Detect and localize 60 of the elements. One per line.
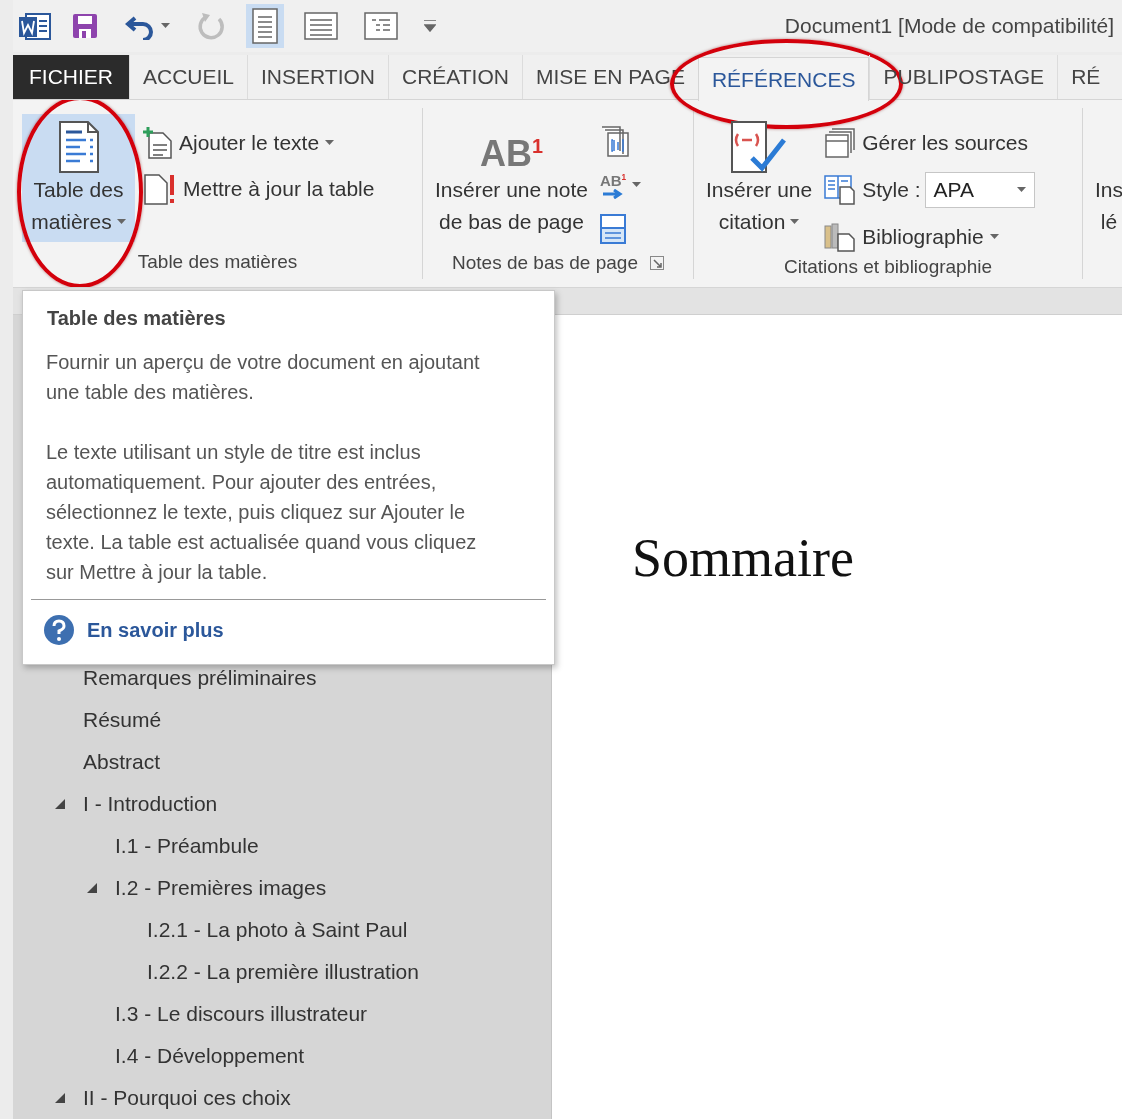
learn-more-link[interactable]: En savoir plus	[43, 614, 224, 646]
nav-heading-item[interactable]: II - Pourquoi ces choix	[13, 1077, 551, 1119]
nav-heading-item[interactable]: I.2 - Premières images	[13, 867, 551, 909]
add-text-button[interactable]: Ajouter le texte	[143, 126, 375, 160]
citation-check-icon	[730, 120, 789, 174]
superscript-icon: AB$^{1}$	[599, 171, 627, 189]
nav-heading-item[interactable]: I.3 - Le discours illustrateur	[13, 993, 551, 1035]
table-of-contents-button[interactable]: Table des matières	[22, 114, 135, 242]
next-note-button[interactable]: AB$^{1}$	[599, 168, 642, 202]
insert-footnote-button[interactable]: AB$^{1}$ Insérer une note de bas de page	[431, 114, 592, 246]
ribbon-tab[interactable]: FICHIER	[13, 55, 129, 99]
books-page-icon	[824, 222, 857, 252]
caret-icon	[1016, 187, 1026, 193]
tooltip-title: Table des matières	[47, 306, 227, 331]
ribbon-tab[interactable]: RÉFÉRENCES	[697, 57, 870, 101]
tooltip-text: Fournir un aperçu de votre document en ajoutant une table des matières.	[46, 350, 481, 405]
nav-heading-item[interactable]: I - Introduction	[13, 783, 551, 825]
nav-heading-item[interactable]: I.1 - Préambule	[13, 825, 551, 867]
word-logo-icon	[19, 11, 51, 41]
book-pages-icon	[824, 175, 857, 205]
notes-panel-icon	[599, 214, 626, 244]
window-title: Document1 [Mode de compatibilité]	[784, 14, 1114, 38]
page-plus-icon	[143, 127, 173, 159]
ribbon-tab[interactable]: ACCUEIL	[129, 55, 248, 99]
update-button[interactable]: Mettre à jour la table	[143, 172, 375, 206]
stacked-documents-icon	[824, 128, 857, 158]
nav-heading-item[interactable]: I.2.1 - La photo à Saint Paul	[13, 909, 551, 951]
view-button[interactable]	[246, 4, 284, 48]
page-view-icon	[252, 8, 278, 44]
ribbon-button[interactable]: Ins lé	[1091, 114, 1122, 279]
save-icon	[71, 12, 99, 40]
group-label: Table des matières	[137, 251, 298, 273]
nav-heading-item[interactable]: Abstract	[13, 741, 551, 783]
ribbon-tab[interactable]: RÉ	[1057, 55, 1114, 99]
style-label: Style :	[824, 173, 921, 207]
launcher-icon	[649, 255, 664, 270]
footnote-icon: AB$^{1}$	[479, 120, 543, 174]
group-label: Citations et bibliographie	[783, 255, 993, 278]
ribbon-tab[interactable]: INSERTION	[247, 55, 388, 99]
page-exclamation-icon	[143, 173, 177, 205]
nav-heading-item[interactable]: I.4 - Développement	[13, 1035, 551, 1077]
document-heading: Sommaire	[632, 527, 854, 589]
ribbon-tab[interactable]: CRÉATION	[388, 55, 522, 99]
outline-view-icon	[364, 12, 398, 40]
group-label: Notes de bas de page	[452, 251, 638, 274]
sources-button[interactable]: Gérer les sources	[824, 126, 1035, 160]
dialog-launcher-button[interactable]	[649, 255, 664, 270]
nav-heading-item[interactable]: I.2.2 - La première illustration	[13, 951, 551, 993]
customize-caret-icon	[424, 20, 436, 32]
redo-icon	[196, 11, 226, 41]
caret-icon	[161, 23, 170, 29]
style-dropdown[interactable]: APA	[924, 172, 1035, 208]
bibliography-button[interactable]: Bibliographie	[824, 220, 1035, 254]
nav-heading-item[interactable]: Résumé	[13, 699, 551, 741]
web-view-icon	[304, 12, 338, 40]
help-icon	[43, 614, 75, 646]
insert-citation-button[interactable]: Insérer une citation	[702, 114, 817, 254]
document-list-icon	[57, 120, 100, 174]
tooltip-text: Le texte utilisant un style de titre est inclus automatiquement. Pour ajouter des entrées, sélectionnez le texte, puis cliquez sur Ajouter le texte. La table est actualisée quand vous cliquez sur Mettre à jour la table.	[46, 440, 478, 585]
stacked-pages-icon	[599, 125, 630, 157]
